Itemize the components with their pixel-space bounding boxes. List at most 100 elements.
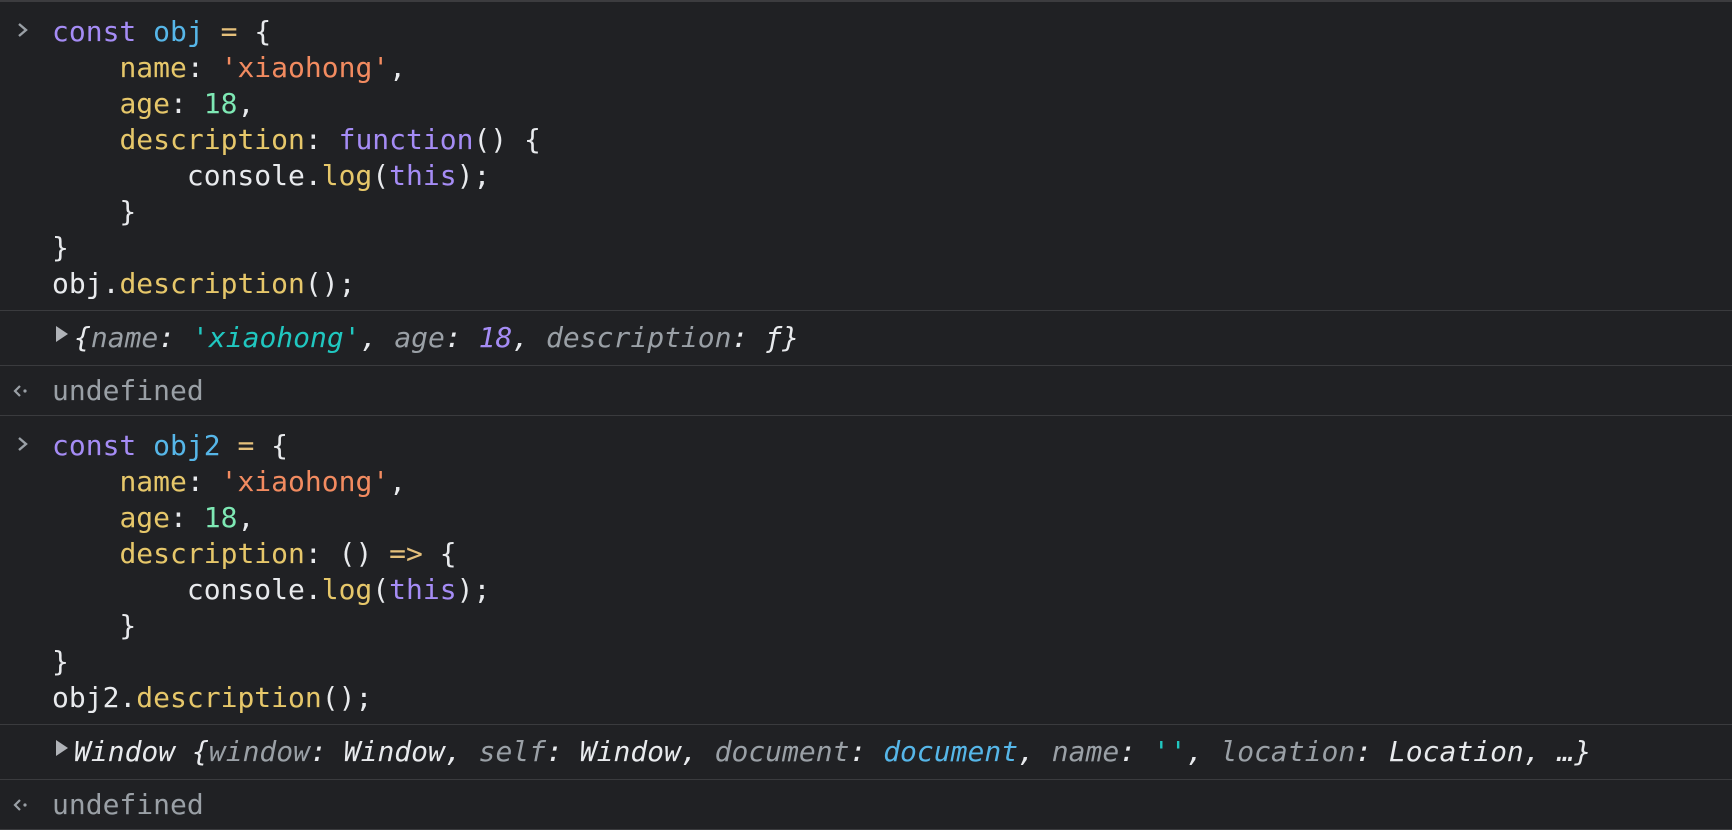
- object-preview[interactable]: Window {window: Window, self: Window, do…: [74, 735, 1591, 768]
- code-token: =>: [389, 537, 423, 570]
- code-token: console.: [52, 573, 322, 606]
- code-token: Window {: [74, 734, 209, 768]
- code-token: :: [849, 734, 884, 768]
- code-line: obj2.description();: [52, 680, 1732, 716]
- code-token: : Window,: [310, 734, 479, 768]
- code-token: ,: [360, 320, 395, 354]
- expand-triangle-icon[interactable]: [56, 326, 68, 342]
- code-line: description: () => {: [52, 536, 1732, 572]
- code-token: const: [52, 15, 154, 48]
- code-token: );: [456, 573, 491, 606]
- code-token: this: [389, 159, 457, 192]
- chevron-right-icon: [14, 430, 32, 458]
- code-token: }: [52, 609, 137, 642]
- code-token: function: [338, 123, 474, 156]
- code-token: age: [394, 320, 445, 354]
- code-line: }: [52, 230, 1732, 266]
- code-token: name: [119, 51, 187, 84]
- code-token: ,: [1018, 734, 1052, 768]
- code-token: }: [782, 320, 799, 354]
- console-result-entry: undefined: [0, 780, 1732, 830]
- code-token: :: [1119, 734, 1153, 768]
- code-token: log: [321, 573, 373, 606]
- code-token: 'xiaohong': [220, 465, 390, 498]
- code-token: : Window,: [546, 734, 715, 768]
- code-token: :: [158, 320, 193, 354]
- return-value: undefined: [52, 374, 204, 407]
- code-token: log: [321, 159, 373, 192]
- code-line: name: 'xiaohong',: [52, 464, 1732, 500]
- code-token: window: [208, 734, 311, 768]
- code-line: name: 'xiaohong',: [52, 50, 1732, 86]
- code-token: {: [422, 537, 457, 570]
- code-token: self: [478, 734, 547, 768]
- code-line: const obj = {: [52, 14, 1732, 50]
- code-token: console.: [52, 159, 322, 192]
- code-token: (: [372, 573, 390, 606]
- console-input-entry: const obj2 = { name: 'xiaohong', age: 18…: [0, 416, 1732, 725]
- code-token: description: [136, 681, 322, 714]
- code-token: () {: [473, 123, 541, 156]
- code-token: :: [186, 465, 221, 498]
- code-token: name: [119, 465, 187, 498]
- code-token: obj.: [52, 267, 120, 300]
- object-preview[interactable]: {name: 'xiaohong', age: 18, description:…: [74, 321, 799, 354]
- console-log-entry: Window {window: Window, self: Window, do…: [0, 725, 1732, 780]
- code-token: 'xiaohong': [192, 320, 361, 354]
- code-token: name: [90, 320, 159, 354]
- code-token: :: [170, 501, 204, 534]
- code-token: document: [883, 734, 1019, 768]
- return-value: undefined: [52, 788, 204, 821]
- code-token: 18: [203, 87, 238, 120]
- code-token: );: [456, 159, 491, 192]
- code-line: const obj2 = {: [52, 428, 1732, 464]
- code-token: :: [444, 320, 479, 354]
- code-token: obj2: [153, 429, 221, 462]
- code-token: 18: [203, 501, 238, 534]
- code-line: age: 18,: [52, 500, 1732, 536]
- expand-triangle-icon[interactable]: [56, 740, 68, 756]
- return-arrow-icon: [12, 794, 32, 816]
- code-token: }: [52, 195, 137, 228]
- code-token: :: [170, 87, 204, 120]
- console-input-entry: const obj = { name: 'xiaohong', age: 18,…: [0, 2, 1732, 311]
- code-token: }: [52, 645, 69, 678]
- code-token: ,: [389, 465, 407, 498]
- code-line: obj.description();: [52, 266, 1732, 302]
- code-token: ();: [304, 267, 356, 300]
- code-token: ƒ: [765, 320, 783, 354]
- return-arrow-icon: [12, 380, 32, 402]
- code-line: }: [52, 644, 1732, 680]
- console-result-entry: undefined: [0, 366, 1732, 416]
- code-token: ,: [237, 501, 255, 534]
- code-line: age: 18,: [52, 86, 1732, 122]
- code-line: console.log(this);: [52, 158, 1732, 194]
- code-token: }: [52, 231, 69, 264]
- code-token: {: [271, 429, 289, 462]
- code-token: description: [119, 537, 305, 570]
- code-token: =: [203, 15, 255, 48]
- code-line: console.log(this);: [52, 572, 1732, 608]
- code-token: obj: [153, 15, 204, 48]
- code-line: }: [52, 194, 1732, 230]
- code-token: : (): [304, 537, 390, 570]
- code-token: name: [1051, 734, 1120, 768]
- code-token: :: [304, 123, 339, 156]
- code-token: :: [186, 51, 221, 84]
- code-line: }: [52, 608, 1732, 644]
- code-token: age: [119, 87, 171, 120]
- code-token: ,: [512, 320, 547, 354]
- code-token: 18: [478, 320, 513, 354]
- code-token: obj2.: [52, 681, 137, 714]
- code-token: description: [119, 267, 305, 300]
- code-token: description: [546, 320, 732, 354]
- code-token: ,: [389, 51, 407, 84]
- code-token: ,: [237, 87, 255, 120]
- console-log-entry: {name: 'xiaohong', age: 18, description:…: [0, 311, 1732, 366]
